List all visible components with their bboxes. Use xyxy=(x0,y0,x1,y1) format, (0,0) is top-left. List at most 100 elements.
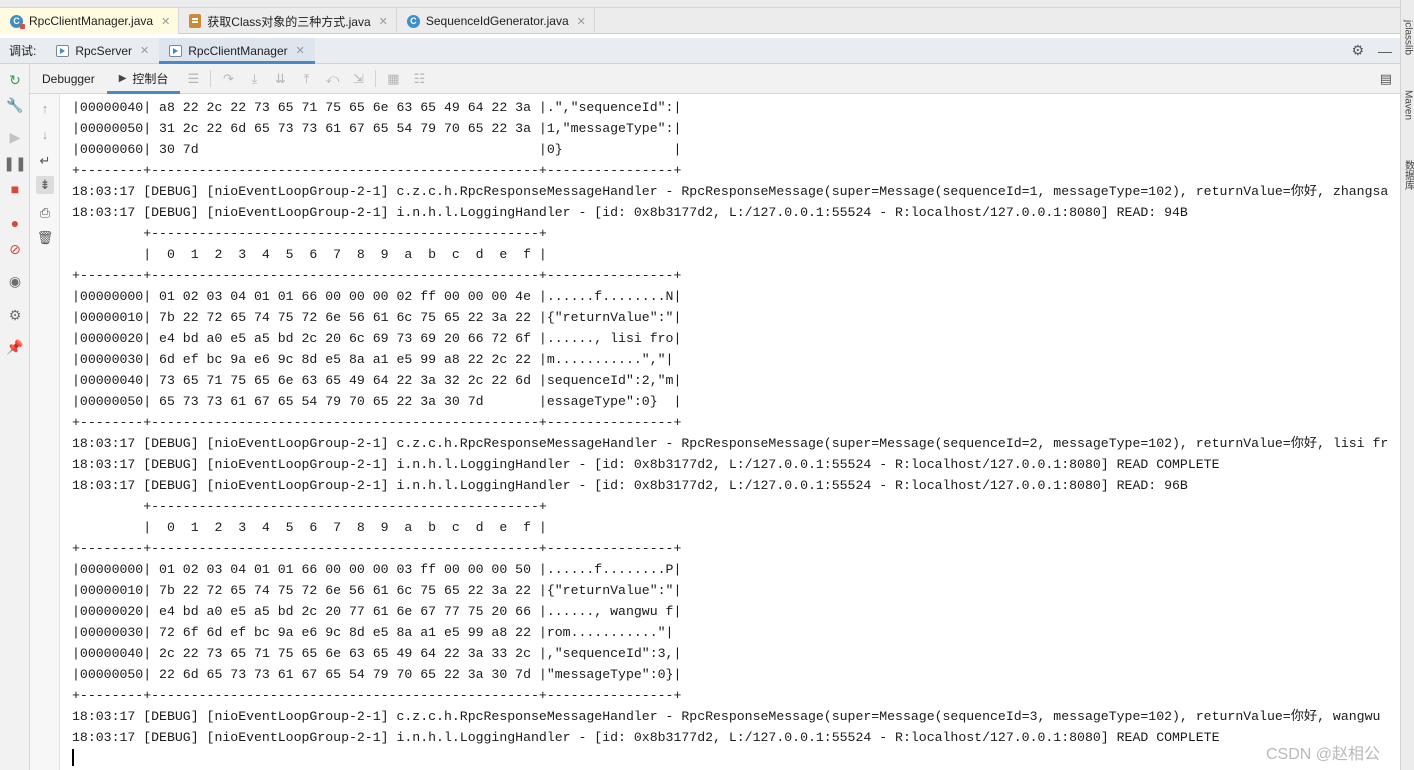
minimize-icon[interactable]: — xyxy=(1378,43,1392,59)
console-line: |00000030| 72 6f 6d ef bc 9a e6 9c 8d e5… xyxy=(72,625,674,640)
layout-settings: ▤ xyxy=(1380,64,1400,93)
settings-icon[interactable]: ⚙ xyxy=(6,306,24,324)
console-line: +--------+------------------------------… xyxy=(72,415,682,430)
run-config-icon xyxy=(56,44,70,57)
close-icon[interactable]: ✕ xyxy=(379,15,388,28)
console-line: |00000050| 31 2c 22 6d 65 73 73 61 67 65… xyxy=(72,121,682,136)
run-tab-rpcclientmanager[interactable]: RpcClientManager ✕ xyxy=(159,38,315,64)
console-output[interactable]: |00000040| a8 22 2c 22 73 65 71 75 65 6e… xyxy=(60,94,1400,770)
scroll-to-end-icon[interactable]: ⇟ xyxy=(36,176,54,194)
editor-tab-label: RpcClientManager.java xyxy=(29,14,154,28)
console-line: 18:03:17 [DEBUG] [nioEventLoopGroup-2-1]… xyxy=(72,730,1220,745)
soft-wrap-icon[interactable]: ↵ xyxy=(36,152,54,170)
close-icon[interactable]: ✕ xyxy=(140,44,149,57)
database-tool[interactable]: 数据库 xyxy=(1401,160,1414,190)
class-icon: C xyxy=(10,14,25,29)
header-actions: ⚙ — xyxy=(1351,38,1400,63)
step-into-icon[interactable]: ⤓ xyxy=(241,64,267,93)
console-line: |00000010| 7b 22 72 65 74 75 72 6e 56 61… xyxy=(72,583,682,598)
console-line: |00000040| 73 65 71 75 65 6e 63 65 49 64… xyxy=(72,373,682,388)
console-line: |00000030| 6d ef bc 9a e6 9c 8d e5 8a a1… xyxy=(72,352,674,367)
tab-console[interactable]: ▶ 控制台 xyxy=(106,64,181,94)
console-line: +---------------------------------------… xyxy=(72,499,547,514)
console-line: |00000000| 01 02 03 04 01 01 66 00 00 00… xyxy=(72,289,682,304)
maven-tool[interactable]: Maven xyxy=(1401,90,1414,120)
editor-tab-class-methods[interactable]: 获取Class对象的三种方式.java ✕ xyxy=(179,8,397,34)
console-line: | 0 1 2 3 4 5 6 7 8 9 a b c d e f | xyxy=(72,247,547,262)
pause-icon[interactable]: ❚❚ xyxy=(3,154,26,172)
run-config-icon xyxy=(169,44,183,57)
force-step-into-icon[interactable]: ⇊ xyxy=(267,64,293,93)
console-line: 18:03:17 [DEBUG] [nioEventLoopGroup-2-1]… xyxy=(72,205,1188,220)
editor-tab-bar: C RpcClientManager.java ✕ 获取Class对象的三种方式… xyxy=(0,8,1400,34)
window-top-strip xyxy=(0,0,1400,8)
console-line: +--------+------------------------------… xyxy=(72,688,682,703)
editor-tab-rpcclientmanager[interactable]: C RpcClientManager.java ✕ xyxy=(0,8,180,34)
console-line: |00000020| e4 bd a0 e5 a5 bd 2c 20 6c 69… xyxy=(72,331,682,346)
run-to-cursor-icon[interactable]: ⇲ xyxy=(345,64,371,93)
console-line: |00000050| 22 6d 65 73 73 61 67 65 54 79… xyxy=(72,667,682,682)
console-icon: ▶ xyxy=(118,73,127,84)
editor-tab-sequenceidgenerator[interactable]: C SequenceIdGenerator.java ✕ xyxy=(397,8,595,34)
console-line: 18:03:17 [DEBUG] [nioEventLoopGroup-2-1]… xyxy=(72,184,1389,199)
run-tab-label: RpcServer xyxy=(75,43,133,58)
view-breakpoints-icon[interactable]: ● xyxy=(6,214,24,232)
camera-icon[interactable]: ◉ xyxy=(6,272,24,290)
mute-breakpoints-icon[interactable]: ⊘ xyxy=(6,240,24,258)
console-lines: |00000040| a8 22 2c 22 73 65 71 75 65 6e… xyxy=(72,97,1388,748)
console-line: 18:03:17 [DEBUG] [nioEventLoopGroup-2-1]… xyxy=(72,709,1381,724)
gear-icon[interactable]: ⚙ xyxy=(1351,42,1364,59)
trace-icon[interactable]: ☷ xyxy=(406,64,432,93)
console-gutter: ↑ ↓ ↵ ⇟ ⎙ 🗑 xyxy=(30,94,60,770)
tab-debugger[interactable]: Debugger xyxy=(30,64,107,93)
layout-icon[interactable]: ▤ xyxy=(1380,71,1392,87)
jclasslib-tool[interactable]: jclasslib xyxy=(1401,20,1414,55)
divider xyxy=(210,70,212,87)
debug-label: 调试: xyxy=(9,44,37,58)
right-tool-strip: jclasslib Maven 数据库 xyxy=(1400,0,1414,770)
console-line: 18:03:17 [DEBUG] [nioEventLoopGroup-2-1]… xyxy=(72,478,1188,493)
console-line: |00000060| 30 7d |0} | xyxy=(72,142,682,157)
console-line: |00000020| e4 bd a0 e5 a5 bd 2c 20 77 61… xyxy=(72,604,682,619)
close-icon[interactable]: ✕ xyxy=(296,44,305,57)
debug-left-toolbar: ↻ 🔧 ▶ ❚❚ ■ ● ⊘ ◉ ⚙ 📌 xyxy=(0,64,30,770)
console-line: +--------+------------------------------… xyxy=(72,541,682,556)
editor-tab-label: SequenceIdGenerator.java xyxy=(425,14,569,28)
close-icon[interactable]: ✕ xyxy=(161,15,170,28)
step-over-icon[interactable]: ↷ xyxy=(215,64,241,93)
console-line: |00000040| a8 22 2c 22 73 65 71 75 65 6e… xyxy=(72,100,682,115)
console-line: +--------+------------------------------… xyxy=(72,163,682,178)
resume-icon[interactable]: ▶ xyxy=(6,128,24,146)
text-caret xyxy=(72,749,74,766)
print-icon[interactable]: ⎙ xyxy=(36,204,54,222)
step-out-icon[interactable]: ⤒ xyxy=(293,64,319,93)
console-line: |00000010| 7b 22 72 65 74 75 72 6e 56 61… xyxy=(72,310,682,325)
run-tab-label: RpcClientManager xyxy=(188,43,288,58)
console-line: |00000040| 2c 22 73 65 71 75 65 6e 63 65… xyxy=(72,646,682,661)
tab-label: Debugger xyxy=(42,71,95,86)
console-toolbar: Debugger ▶ 控制台 ☰ ↷ ⤓ ⇊ ⤒ ⤺ ⇲ ▦ ☷ ▤ xyxy=(30,64,1400,94)
console-line: |00000050| 65 73 73 61 67 65 54 79 70 65… xyxy=(72,394,682,409)
pin-icon[interactable]: 📌 xyxy=(6,338,24,356)
tab-label: 控制台 xyxy=(132,72,169,86)
wrench-icon[interactable]: 🔧 xyxy=(6,96,24,114)
console-line: +---------------------------------------… xyxy=(72,226,547,241)
down-arrow-icon[interactable]: ↓ xyxy=(36,125,54,143)
divider xyxy=(375,70,377,87)
console-line: |00000000| 01 02 03 04 01 01 66 00 00 00… xyxy=(72,562,682,577)
run-tab-rpcserver[interactable]: RpcServer ✕ xyxy=(46,38,159,63)
trash-icon[interactable]: 🗑 xyxy=(36,229,54,247)
console-line: +--------+------------------------------… xyxy=(72,268,682,283)
close-icon[interactable]: ✕ xyxy=(577,15,586,28)
console-line: 18:03:17 [DEBUG] [nioEventLoopGroup-2-1]… xyxy=(72,457,1220,472)
up-arrow-icon[interactable]: ↑ xyxy=(36,99,54,117)
editor-tab-label: 获取Class对象的三种方式.java xyxy=(207,14,371,29)
rerun-icon[interactable]: ↻ xyxy=(6,71,24,89)
menu-icon[interactable]: ☰ xyxy=(180,64,206,93)
watermark: CSDN @赵相公 xyxy=(1266,746,1381,763)
evaluate-expression-icon[interactable]: ▦ xyxy=(380,64,406,93)
class-icon: C xyxy=(406,14,420,28)
stop-icon[interactable]: ■ xyxy=(6,180,24,198)
drop-frame-icon[interactable]: ⤺ xyxy=(319,64,345,93)
debug-tool-header: 调试: RpcServer ✕ RpcClientManager ✕ ⚙ — xyxy=(0,38,1400,64)
